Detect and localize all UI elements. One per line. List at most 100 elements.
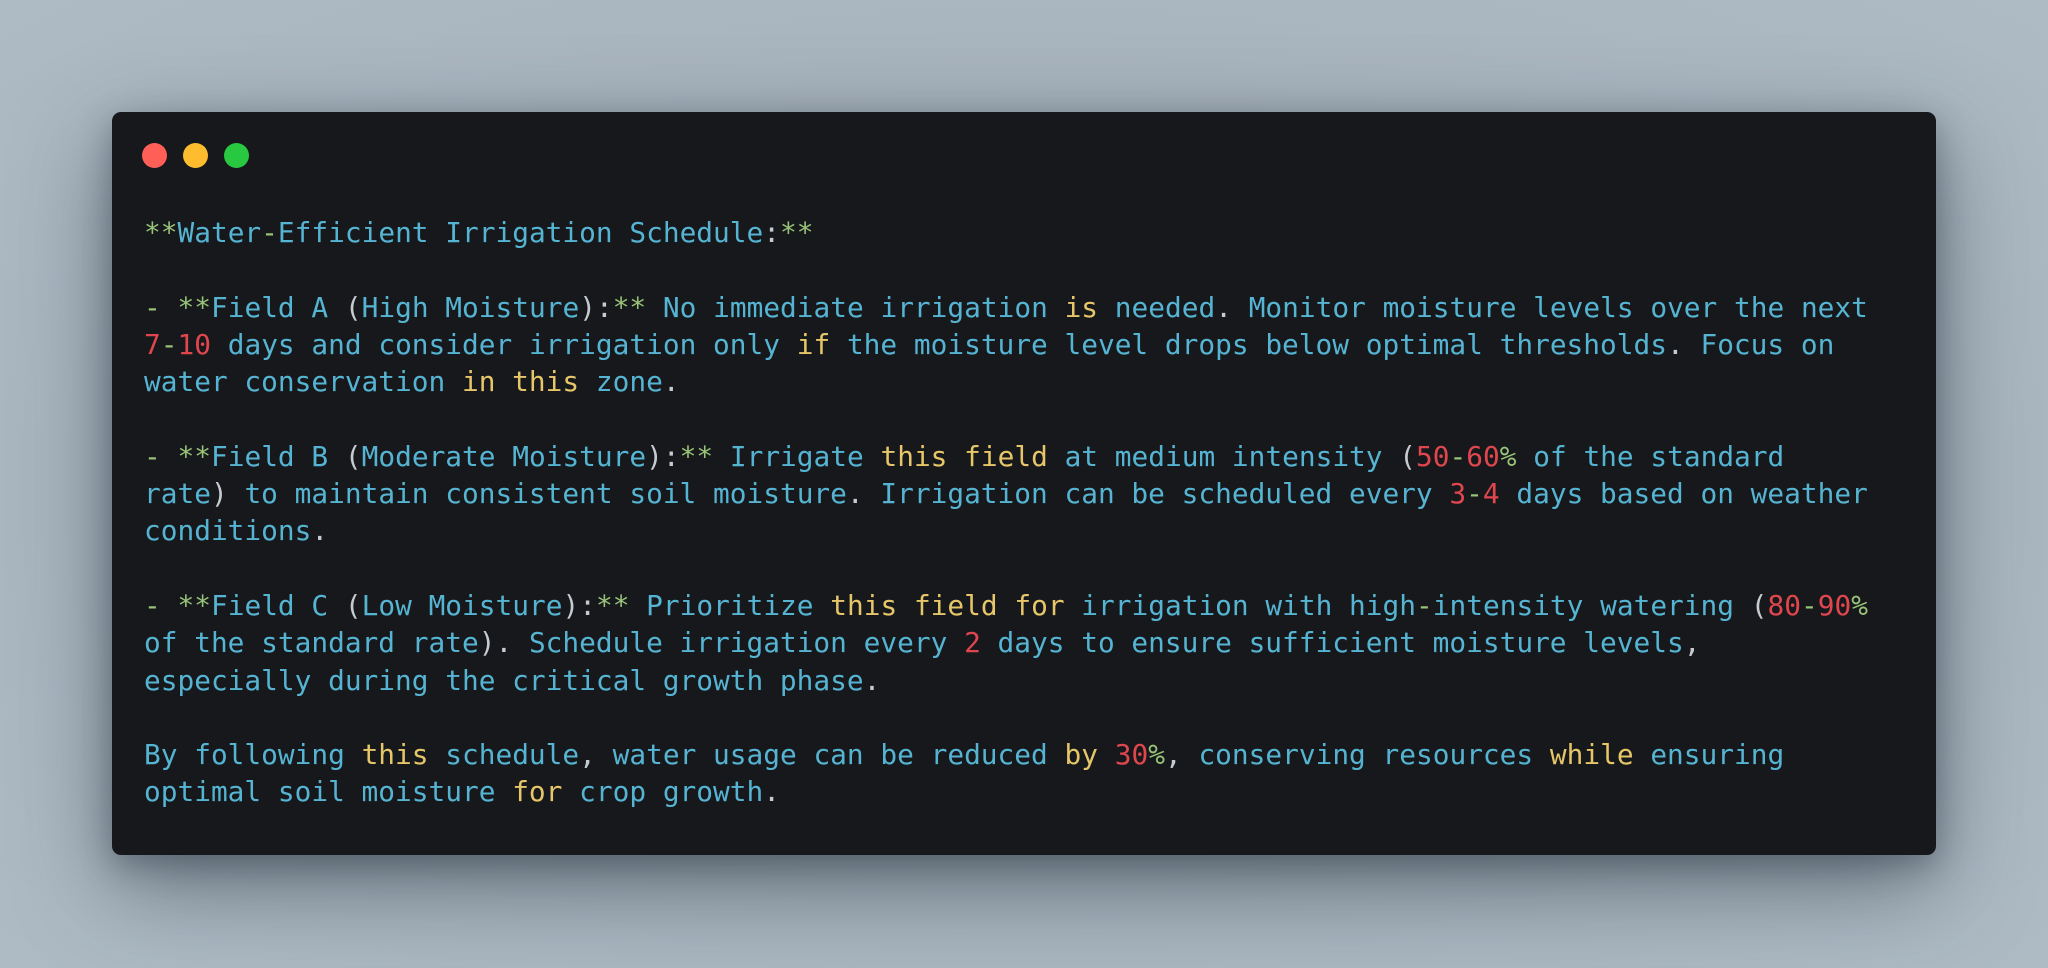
token-num: 90 (1817, 588, 1852, 622)
token-punct: ) (210, 477, 228, 511)
token-mark: ** (177, 439, 211, 473)
token-punct: . (1215, 290, 1232, 324)
token-text: water conservation (144, 365, 462, 399)
code-line: water conservation in this zone. (144, 363, 1868, 400)
token-num: 4 (1482, 477, 1500, 511)
token-mark: ** (595, 588, 630, 622)
token-text: Monitor moisture levels over the next (1231, 290, 1868, 324)
code-line: especially during the critical growth ph… (144, 662, 1868, 699)
token-punct: ) (646, 439, 663, 473)
token-text: to maintain consistent soil moisture (227, 477, 847, 511)
code-line: - **Field C (Low Moisture):** Prioritize… (144, 587, 1868, 624)
token-kw: by (1064, 738, 1098, 772)
token-kw: this field for (830, 588, 1065, 622)
token-punct: . (763, 775, 780, 809)
token-text: days to ensure sufficient moisture level… (980, 626, 1684, 660)
token-mark: % (1148, 738, 1165, 772)
token-text: conditions (144, 514, 312, 548)
token-mark: - (1466, 477, 1483, 511)
token-text: conserving resources (1181, 738, 1550, 772)
token-mark: ** (612, 290, 647, 324)
token-text: water usage can be reduced (595, 738, 1065, 772)
token-kw: if (796, 327, 831, 361)
token-punct: . (662, 365, 680, 399)
token-num: 2 (964, 626, 981, 660)
token-text: By following (144, 738, 362, 772)
markdown-code-block: **Water-Efficient Irrigation Schedule:**… (144, 214, 1868, 811)
token-text: Moderate Moisture (361, 439, 647, 473)
token-punct: ) (579, 290, 596, 324)
token-text: Efficient Irrigation Schedule (277, 216, 764, 249)
token-punct: : (662, 439, 680, 473)
token-num: 50 (1416, 439, 1450, 473)
token-punct: ( (1750, 588, 1768, 622)
token-text: of the standard rate (144, 626, 479, 660)
token-num: 3 (1449, 477, 1467, 511)
token-mark: ** (679, 439, 714, 473)
code-line: - **Field B (Moderate Moisture):** Irrig… (144, 438, 1868, 475)
token-punct: ) (562, 588, 580, 622)
code-line: **Water-Efficient Irrigation Schedule:** (144, 214, 1868, 251)
close-button[interactable] (142, 143, 167, 168)
token-kw: for (512, 775, 563, 809)
token-mark: - (1416, 588, 1433, 622)
token-text: optimal soil moisture (144, 775, 513, 809)
token-text: Field C (210, 588, 345, 622)
token-mark: ** (177, 290, 211, 324)
token-text: of the standard (1516, 439, 1785, 473)
token-mark: - (1449, 439, 1467, 473)
token-kw: this field (880, 439, 1048, 473)
token-num: 60 (1466, 439, 1500, 473)
token-punct: . (311, 514, 329, 548)
token-punct: , (579, 738, 596, 772)
token-mark: % (1499, 439, 1517, 473)
token-text: crop growth (562, 775, 764, 809)
token-text: needed (1098, 290, 1216, 324)
token-punct: , (1164, 738, 1182, 772)
token-text: zone (579, 365, 663, 399)
token-text: days based on weather (1499, 477, 1868, 511)
token-text: High Moisture (361, 290, 580, 324)
token-num: 30 (1114, 738, 1149, 772)
token-punct: : (763, 216, 780, 249)
window-controls (142, 143, 249, 168)
code-line: By following this schedule, water usage … (144, 736, 1868, 773)
token-punct: ( (1399, 439, 1417, 473)
token-mark: - (144, 290, 161, 324)
token-mark: ** (144, 216, 178, 249)
minimize-button[interactable] (183, 143, 208, 168)
token-mark: - (160, 327, 178, 361)
terminal-window: **Water-Efficient Irrigation Schedule:**… (112, 112, 1936, 855)
token-text: Field A (210, 290, 345, 324)
token-punct: ( (344, 290, 362, 324)
token-punct: : (579, 588, 596, 622)
token-text: No immediate irrigation (646, 290, 1065, 324)
token-punct: ( (344, 588, 362, 622)
token-text: the moisture level drops below optimal t… (830, 327, 1667, 361)
token-text: especially during the critical growth ph… (144, 663, 864, 697)
token-text: Prioritize (629, 588, 831, 622)
token-num: 7 (144, 327, 161, 361)
code-line: rate) to maintain consistent soil moistu… (144, 475, 1868, 512)
code-line: optimal soil moisture for crop growth. (144, 773, 1868, 810)
maximize-button[interactable] (224, 143, 249, 168)
token-text: Low Moisture (361, 588, 563, 622)
token-kw: is (1064, 290, 1099, 324)
token-text: days and consider irrigation only (210, 327, 797, 361)
token-kw: while (1549, 738, 1634, 772)
token-text: Field B (210, 439, 345, 473)
token-mark: ** (177, 588, 211, 622)
token-punct: . (863, 663, 881, 697)
token-mark: % (1851, 588, 1868, 622)
token-num: 80 (1767, 588, 1801, 622)
token-punct: : (595, 290, 613, 324)
token-punct: , (1683, 626, 1701, 660)
code-line: 7-10 days and consider irrigation only i… (144, 326, 1868, 363)
token-text: ensuring (1633, 738, 1785, 772)
